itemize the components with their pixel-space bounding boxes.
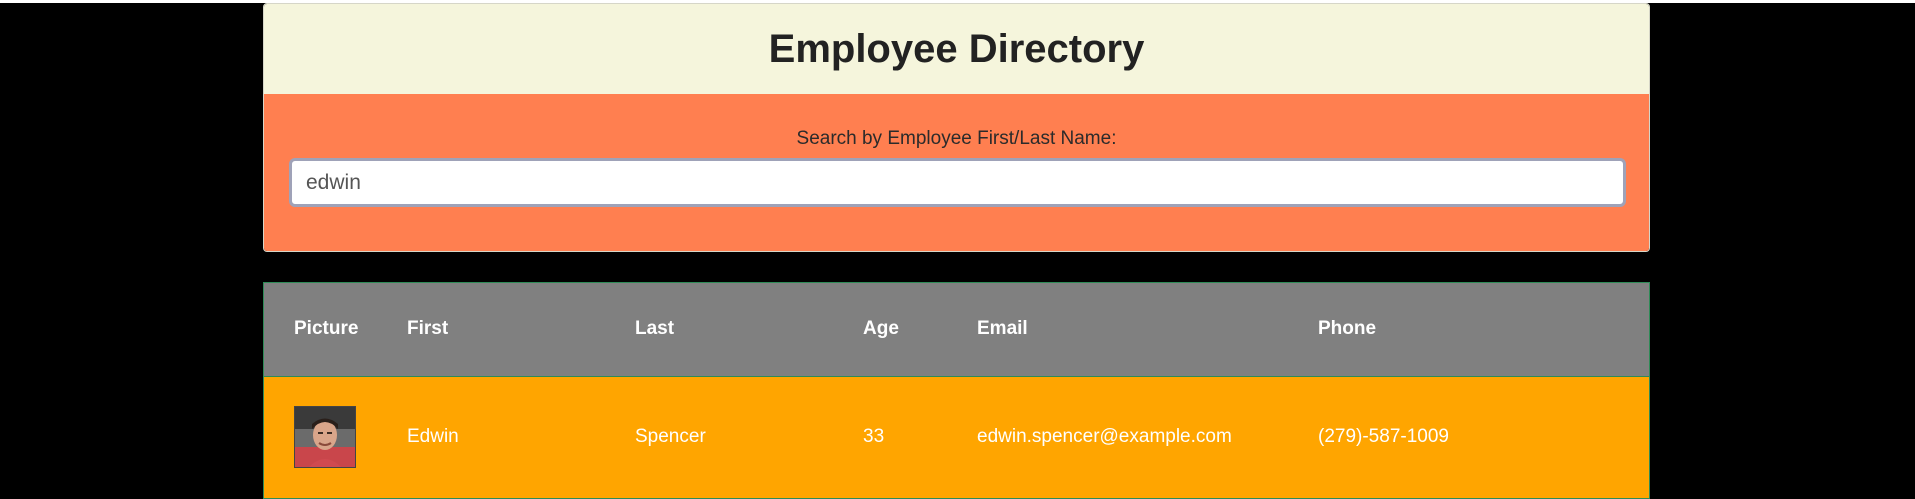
employee-table-card: Picture First Last Age Email Phone Edwin… [263,282,1650,499]
cell-picture [264,376,377,498]
table-header-row: Picture First Last Age Email Phone [264,283,1649,377]
cell-age: 33 [863,426,885,448]
search-area: Search by Employee First/Last Name: [264,94,1649,251]
column-header-picture[interactable]: Picture [264,283,377,377]
search-label: Search by Employee First/Last Name: [796,128,1117,149]
cell-last-name: Spencer [635,426,706,448]
title-bar: Employee Directory [264,4,1649,94]
employee-directory-page: Employee Directory Search by Employee Fi… [263,3,1650,499]
cell-first-name: Edwin [407,426,459,448]
column-header-age[interactable]: Age [833,283,947,377]
cell-phone: (279)-587-1009 [1318,426,1449,448]
column-header-last[interactable]: Last [605,283,833,377]
employee-avatar [294,406,356,469]
table-row: Edwin Spencer 33 edwin.spencer@example.c… [264,376,1649,498]
page-title: Employee Directory [768,26,1145,71]
employee-table: Picture First Last Age Email Phone Edwin… [264,283,1649,498]
cell-email: edwin.spencer@example.com [977,426,1232,448]
column-header-email[interactable]: Email [947,283,1288,377]
column-header-first[interactable]: First [377,283,605,377]
search-input[interactable] [289,158,1626,207]
header-card: Employee Directory Search by Employee Fi… [263,3,1650,252]
column-header-phone[interactable]: Phone [1288,283,1649,377]
